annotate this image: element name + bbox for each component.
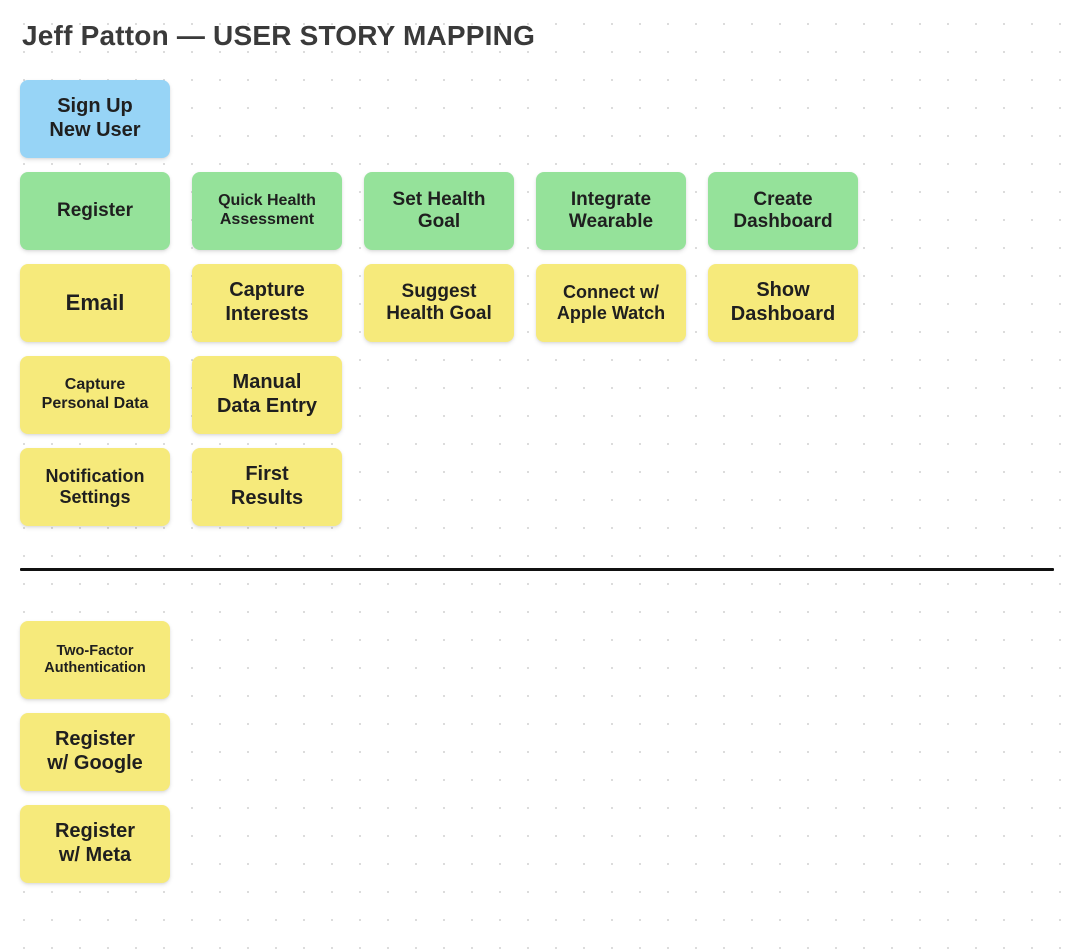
story-card-email[interactable]: Email bbox=[20, 264, 170, 342]
story-card-two-factor-auth[interactable]: Two-Factor Authentication bbox=[20, 621, 170, 699]
activity-card[interactable]: Sign Up New User bbox=[20, 80, 170, 158]
story-card-capture-personal-data[interactable]: Capture Personal Data bbox=[20, 356, 170, 434]
story-card-show-dashboard[interactable]: Show Dashboard bbox=[708, 264, 858, 342]
story-card-connect-apple-watch[interactable]: Connect w/ Apple Watch bbox=[536, 264, 686, 342]
step-card-create-dashboard[interactable]: Create Dashboard bbox=[708, 172, 858, 250]
steps-row: Register Quick Health Assessment Set Hea… bbox=[20, 172, 1057, 250]
story-card-register-google[interactable]: Register w/ Google bbox=[20, 713, 170, 791]
story-map-board: Sign Up New User Register Quick Health A… bbox=[20, 80, 1057, 883]
release-divider bbox=[20, 568, 1054, 571]
story-card-capture-interests[interactable]: Capture Interests bbox=[192, 264, 342, 342]
step-card-register[interactable]: Register bbox=[20, 172, 170, 250]
backlog-row-1: Two-Factor Authentication bbox=[20, 621, 1057, 699]
story-card-manual-data-entry[interactable]: Manual Data Entry bbox=[192, 356, 342, 434]
page-title: Jeff Patton — USER STORY MAPPING bbox=[22, 20, 1057, 52]
details-row-3: Notification Settings First Results bbox=[20, 448, 1057, 526]
story-card-suggest-goal[interactable]: Suggest Health Goal bbox=[364, 264, 514, 342]
step-card-set-goal[interactable]: Set Health Goal bbox=[364, 172, 514, 250]
story-card-notification-settings[interactable]: Notification Settings bbox=[20, 448, 170, 526]
backlog-row-2: Register w/ Google bbox=[20, 713, 1057, 791]
details-row-2: Capture Personal Data Manual Data Entry bbox=[20, 356, 1057, 434]
activities-row: Sign Up New User bbox=[20, 80, 1057, 158]
backlog-row-3: Register w/ Meta bbox=[20, 805, 1057, 883]
step-card-integrate-wearable[interactable]: Integrate Wearable bbox=[536, 172, 686, 250]
details-row-1: Email Capture Interests Suggest Health G… bbox=[20, 264, 1057, 342]
story-card-register-meta[interactable]: Register w/ Meta bbox=[20, 805, 170, 883]
story-card-first-results[interactable]: First Results bbox=[192, 448, 342, 526]
step-card-quick-health[interactable]: Quick Health Assessment bbox=[192, 172, 342, 250]
